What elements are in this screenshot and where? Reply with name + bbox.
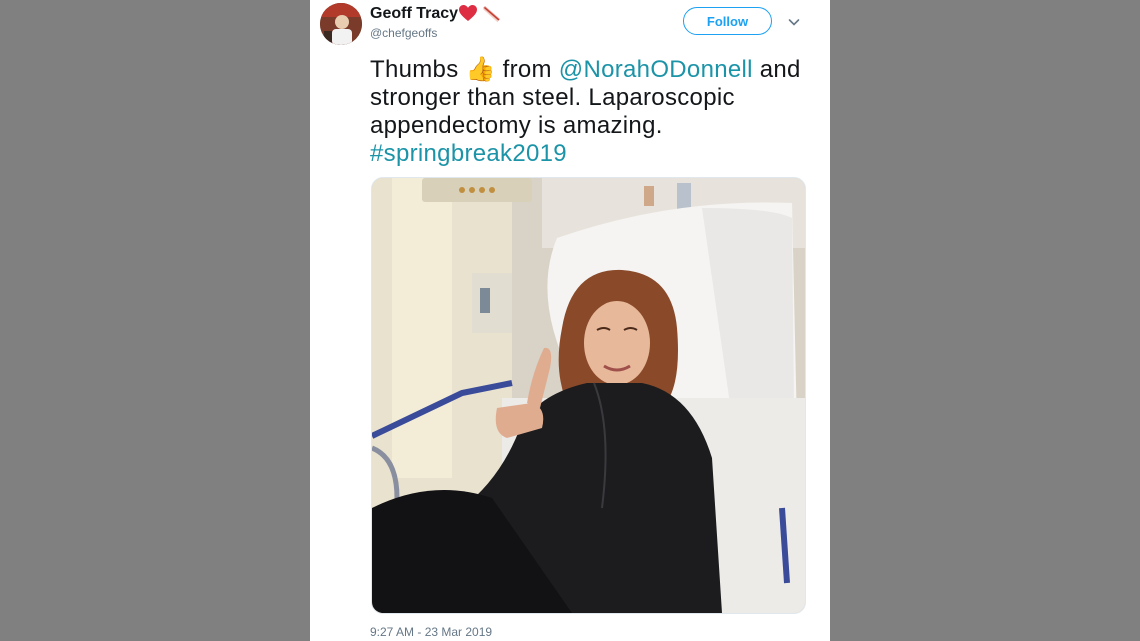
user-avatar[interactable] (320, 3, 362, 45)
name-badges (458, 4, 502, 24)
avatar-image (320, 3, 362, 45)
tweet-text-part: from (495, 56, 559, 83)
chevron-down-icon[interactable] (786, 14, 802, 30)
tweet-text-part: Thumbs (370, 56, 466, 83)
mention-link[interactable]: @NorahODonnell (559, 56, 753, 83)
follow-button[interactable]: Follow (683, 7, 772, 35)
thumbs-up-emoji: 👍 (465, 56, 496, 83)
tweet-text: Thumbs 👍 from @NorahODonnell and stronge… (370, 56, 810, 168)
display-name[interactable]: Geoff Tracy (370, 5, 458, 23)
bacon-icon (483, 6, 500, 23)
user-handle[interactable]: @chefgeoffs (370, 26, 437, 40)
tweet-photo[interactable] (371, 177, 806, 614)
red-heart-icon (459, 5, 477, 21)
hospital-bed-photo (372, 178, 805, 613)
tweet-card: Geoff Tracy @chefgeoffs Follow Thumbs 👍 … (310, 0, 830, 641)
hashtag-link[interactable]: #springbreak2019 (370, 140, 567, 167)
tweet-timestamp[interactable]: 9:27 AM - 23 Mar 2019 (370, 625, 492, 639)
